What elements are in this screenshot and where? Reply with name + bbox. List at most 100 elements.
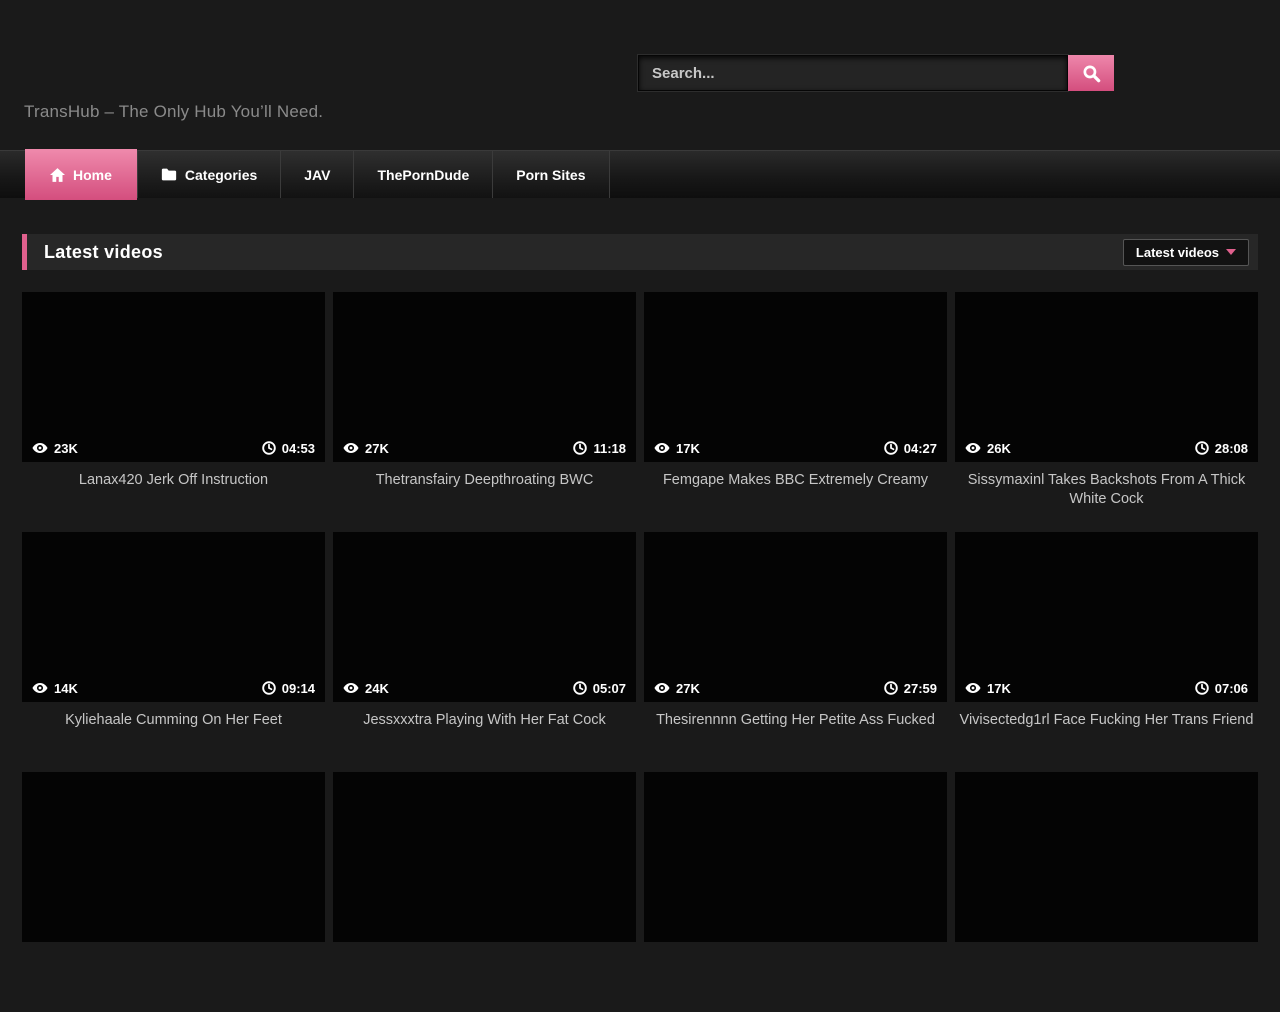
sort-dropdown-button[interactable]: Latest videos: [1123, 239, 1249, 266]
video-title[interactable]: Vivisectedg1rl Face Fucking Her Trans Fr…: [955, 702, 1258, 730]
views-stat: 24K: [343, 681, 389, 696]
video-duration: 09:14: [282, 681, 315, 696]
video-thumbnail[interactable]: [644, 772, 947, 942]
home-icon: [50, 168, 65, 182]
views-stat: 23K: [32, 441, 78, 456]
video-thumbnail[interactable]: [333, 772, 636, 942]
video-views: 14K: [54, 681, 78, 696]
views-stat: 26K: [965, 441, 1011, 456]
clock-icon: [1195, 681, 1209, 695]
video-duration: 28:08: [1215, 441, 1248, 456]
clock-icon: [262, 681, 276, 695]
video-card-partial[interactable]: [333, 772, 636, 1012]
views-stat: 17K: [965, 681, 1011, 696]
video-views: 23K: [54, 441, 78, 456]
video-thumbnail[interactable]: 17K 04:27: [644, 292, 947, 462]
nav-tab-categories[interactable]: Categories: [137, 151, 281, 198]
section-title: Latest videos: [44, 242, 163, 263]
clock-icon: [884, 681, 898, 695]
video-title[interactable]: Jessxxxtra Playing With Her Fat Cock: [333, 702, 636, 730]
video-title[interactable]: Lanax420 Jerk Off Instruction: [22, 462, 325, 490]
video-stats: 17K 07:06: [955, 674, 1258, 702]
video-thumbnail[interactable]: 24K 05:07: [333, 532, 636, 702]
video-duration: 11:18: [593, 441, 626, 456]
eye-icon: [343, 442, 359, 454]
duration-stat: 04:27: [884, 441, 937, 456]
caret-down-icon: [1226, 249, 1236, 255]
nav-tab-home[interactable]: Home: [25, 149, 137, 200]
clock-icon: [262, 441, 276, 455]
nav-tab-jav[interactable]: JAV: [281, 151, 354, 198]
video-title[interactable]: Thetransfairy Deepthroating BWC: [333, 462, 636, 490]
video-views: 27K: [365, 441, 389, 456]
video-thumbnail[interactable]: 23K 04:53: [22, 292, 325, 462]
video-card[interactable]: 17K 07:06 Vivisectedg1rl Face Fucking He…: [955, 532, 1258, 772]
site-header: TransHub – The Only Hub You’ll Need.: [0, 0, 1280, 150]
video-duration: 07:06: [1215, 681, 1248, 696]
video-title[interactable]: Femgape Makes BBC Extremely Creamy: [644, 462, 947, 490]
video-stats: 26K 28:08: [955, 434, 1258, 462]
search-form: [638, 55, 1114, 91]
search-button[interactable]: [1068, 55, 1114, 91]
views-stat: 27K: [343, 441, 389, 456]
folder-icon: [161, 168, 177, 181]
video-title[interactable]: Kyliehaale Cumming On Her Feet: [22, 702, 325, 730]
nav-tab-porn-sites[interactable]: Porn Sites: [493, 151, 609, 198]
video-stats: 23K 04:53: [22, 434, 325, 462]
video-card[interactable]: 27K 27:59 Thesirennnn Getting Her Petite…: [644, 532, 947, 772]
video-views: 24K: [365, 681, 389, 696]
video-title[interactable]: Thesirennnn Getting Her Petite Ass Fucke…: [644, 702, 947, 730]
video-duration: 04:27: [904, 441, 937, 456]
eye-icon: [32, 682, 48, 694]
video-thumbnail[interactable]: 27K 11:18: [333, 292, 636, 462]
magnifier-icon: [1082, 64, 1101, 83]
video-card-partial[interactable]: [644, 772, 947, 1012]
sort-dropdown-label: Latest videos: [1136, 245, 1219, 260]
eye-icon: [343, 682, 359, 694]
video-thumbnail[interactable]: [22, 772, 325, 942]
video-thumbnail[interactable]: [955, 772, 1258, 942]
video-card-partial[interactable]: [955, 772, 1258, 1012]
video-views: 17K: [676, 441, 700, 456]
video-thumbnail[interactable]: 27K 27:59: [644, 532, 947, 702]
video-title[interactable]: Sissymaxinl Takes Backshots From A Thick…: [955, 462, 1258, 509]
video-duration: 04:53: [282, 441, 315, 456]
main-navigation: Home Categories JAV ThePornDude Porn Sit…: [0, 150, 1280, 198]
eye-icon: [965, 682, 981, 694]
duration-stat: 07:06: [1195, 681, 1248, 696]
search-input[interactable]: [638, 55, 1068, 91]
video-thumbnail[interactable]: 14K 09:14: [22, 532, 325, 702]
video-card[interactable]: 17K 04:27 Femgape Makes BBC Extremely Cr…: [644, 292, 947, 532]
site-tagline: TransHub – The Only Hub You’ll Need.: [24, 102, 323, 122]
video-views: 26K: [987, 441, 1011, 456]
nav-tab-theporndude[interactable]: ThePornDude: [354, 151, 493, 198]
video-duration: 27:59: [904, 681, 937, 696]
video-card-partial[interactable]: [22, 772, 325, 1012]
clock-icon: [1195, 441, 1209, 455]
video-stats: 27K 11:18: [333, 434, 636, 462]
views-stat: 14K: [32, 681, 78, 696]
video-stats: 17K 04:27: [644, 434, 947, 462]
video-thumbnail[interactable]: 26K 28:08: [955, 292, 1258, 462]
duration-stat: 09:14: [262, 681, 315, 696]
eye-icon: [965, 442, 981, 454]
video-card[interactable]: 14K 09:14 Kyliehaale Cumming On Her Feet: [22, 532, 325, 772]
video-card[interactable]: 27K 11:18 Thetransfairy Deepthroating BW…: [333, 292, 636, 532]
video-grid: 23K 04:53 Lanax420 Jerk Off Instruction: [22, 292, 1258, 1012]
video-card[interactable]: 24K 05:07 Jessxxxtra Playing With Her Fa…: [333, 532, 636, 772]
duration-stat: 04:53: [262, 441, 315, 456]
video-card[interactable]: 23K 04:53 Lanax420 Jerk Off Instruction: [22, 292, 325, 532]
nav-tab-label: ThePornDude: [377, 167, 469, 183]
eye-icon: [32, 442, 48, 454]
duration-stat: 27:59: [884, 681, 937, 696]
nav-tab-label: JAV: [304, 167, 330, 183]
views-stat: 17K: [654, 441, 700, 456]
nav-tab-label: Home: [73, 167, 112, 183]
eye-icon: [654, 442, 670, 454]
video-views: 17K: [987, 681, 1011, 696]
video-thumbnail[interactable]: 17K 07:06: [955, 532, 1258, 702]
video-card[interactable]: 26K 28:08 Sissymaxinl Takes Backshots Fr…: [955, 292, 1258, 532]
video-duration: 05:07: [593, 681, 626, 696]
eye-icon: [654, 682, 670, 694]
latest-videos-section-bar: Latest videos Latest videos: [22, 234, 1258, 270]
